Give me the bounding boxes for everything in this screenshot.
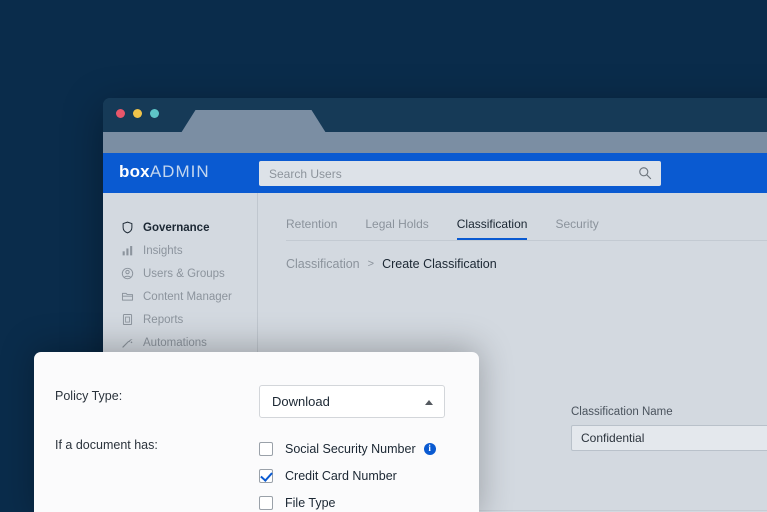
- checkbox-social-security-number[interactable]: [259, 442, 273, 456]
- breadcrumb-parent-link[interactable]: Classification: [286, 257, 360, 271]
- content-tabs: Retention Legal Holds Classification Sec…: [259, 212, 599, 240]
- minimize-window-button[interactable]: [133, 109, 142, 118]
- breadcrumb: Classification > Create Classification: [286, 257, 497, 271]
- breadcrumb-separator-icon: >: [368, 258, 374, 270]
- policy-type-select[interactable]: Download: [259, 385, 445, 418]
- sidebar-item-label: Users & Groups: [143, 268, 225, 280]
- caret-up-icon[interactable]: [425, 400, 433, 405]
- app-header: boxADMIN: [103, 153, 767, 193]
- criteria-label: Social Security Number: [285, 442, 416, 456]
- sidebar-item-automations[interactable]: Automations: [103, 331, 257, 354]
- policy-type-selected-value: Download: [272, 394, 330, 409]
- browser-tabstrip: [103, 132, 767, 153]
- criteria-label: Credit Card Number: [285, 469, 397, 483]
- browser-tab[interactable]: [181, 110, 326, 133]
- document-criteria-list: Social Security Number i Credit Card Num…: [259, 435, 436, 512]
- tab-security[interactable]: Security: [555, 217, 598, 240]
- shield-icon: [121, 221, 134, 234]
- search-input[interactable]: [259, 161, 661, 186]
- info-icon[interactable]: i: [424, 443, 436, 455]
- traffic-light-buttons: [116, 109, 159, 118]
- sidebar-item-reports[interactable]: Reports: [103, 308, 257, 331]
- maximize-window-button[interactable]: [150, 109, 159, 118]
- sidebar-item-label: Content Manager: [143, 291, 232, 303]
- classification-name-field-group: Classification Name: [571, 406, 767, 451]
- breadcrumb-current: Create Classification: [382, 257, 497, 271]
- search-icon[interactable]: [638, 166, 652, 180]
- checkbox-file-type[interactable]: [259, 496, 273, 510]
- classification-name-label: Classification Name: [571, 406, 767, 418]
- sidebar-item-label: Governance: [143, 222, 209, 234]
- brand-admin-text: ADMIN: [150, 162, 210, 181]
- wand-icon: [121, 336, 134, 349]
- tab-retention[interactable]: Retention: [286, 217, 337, 240]
- sidebar-item-label: Automations: [143, 337, 207, 349]
- criteria-label: File Type: [285, 496, 336, 510]
- sidebar-item-insights[interactable]: Insights: [103, 239, 257, 262]
- bar-chart-icon: [121, 244, 134, 257]
- sidebar-item-users-groups[interactable]: Users & Groups: [103, 262, 257, 285]
- sidebar-item-label: Reports: [143, 314, 183, 326]
- policy-modal: Policy Type: Download If a document has:…: [34, 352, 479, 512]
- box-admin-logo[interactable]: boxADMIN: [119, 162, 210, 182]
- policy-type-label: Policy Type:: [55, 389, 122, 403]
- tabs-divider: [286, 240, 767, 241]
- checkbox-credit-card-number[interactable]: [259, 469, 273, 483]
- sidebar-item-label: Insights: [143, 245, 183, 257]
- policy-type-row: Policy Type: Download: [34, 368, 479, 408]
- criteria-social-security-number[interactable]: Social Security Number i: [259, 435, 436, 462]
- criteria-credit-card-number[interactable]: Credit Card Number: [259, 462, 436, 489]
- brand-box-text: box: [119, 162, 150, 181]
- tab-classification[interactable]: Classification: [457, 217, 528, 240]
- search-bar[interactable]: [259, 161, 661, 186]
- document-criteria-label: If a document has:: [55, 438, 158, 452]
- tab-legal-holds[interactable]: Legal Holds: [365, 217, 428, 240]
- classification-name-input[interactable]: [571, 425, 767, 451]
- sidebar-item-content-manager[interactable]: Content Manager: [103, 285, 257, 308]
- document-icon: [121, 313, 134, 326]
- close-window-button[interactable]: [116, 109, 125, 118]
- criteria-file-type[interactable]: File Type: [259, 489, 436, 512]
- user-circle-icon: [121, 267, 134, 280]
- sidebar-item-governance[interactable]: Governance: [103, 216, 257, 239]
- folder-icon: [121, 290, 134, 303]
